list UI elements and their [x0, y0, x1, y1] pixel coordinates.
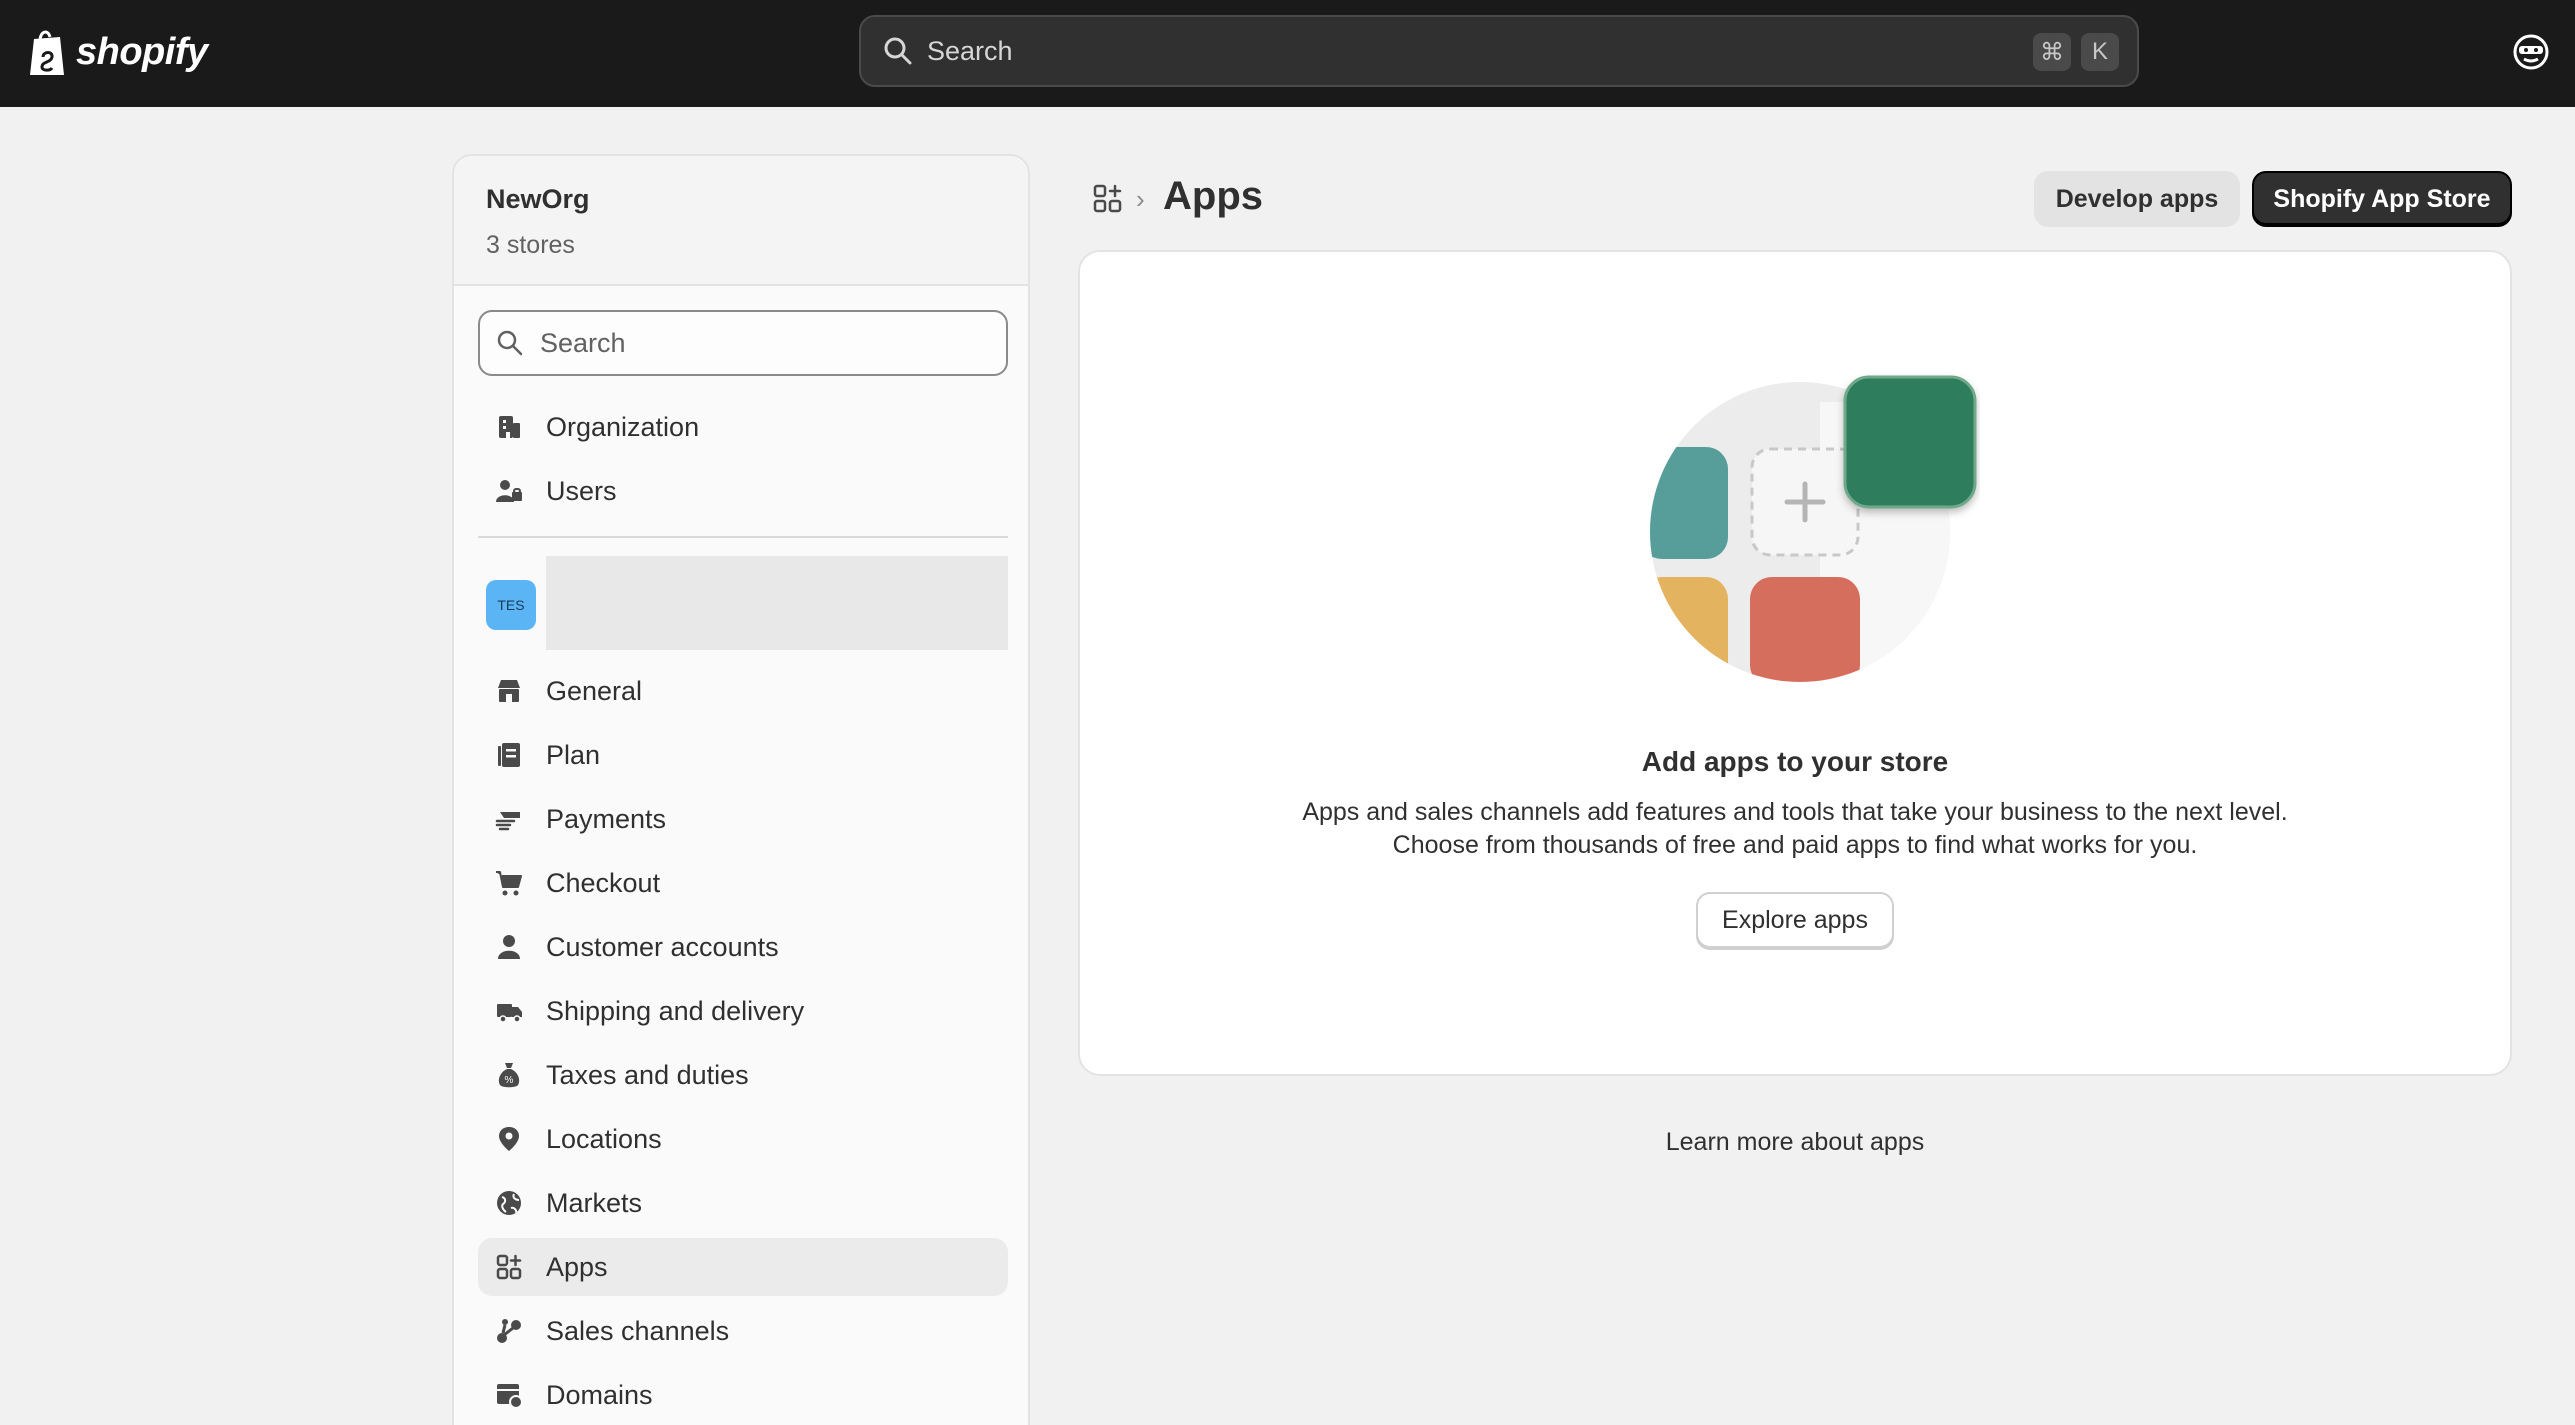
develop-apps-button[interactable]: Develop apps — [2034, 171, 2240, 227]
sidebar-item-shipping[interactable]: Shipping and delivery — [478, 982, 1008, 1040]
sidebar-item-label: Apps — [546, 1251, 608, 1282]
sidebar-item-general[interactable]: General — [478, 662, 1008, 720]
apps-icon — [492, 1250, 526, 1284]
plan-icon — [492, 738, 526, 772]
sidebar-item-sales-channels[interactable]: Sales channels — [478, 1302, 1008, 1360]
shopify-logo[interactable]: shopify — [26, 24, 208, 80]
apps-empty-state-card: Add apps to your store Apps and sales ch… — [1078, 250, 2512, 1076]
org-name: NewOrg — [486, 184, 590, 214]
sidebar-item-users[interactable]: Users — [478, 462, 1008, 520]
sidebar-item-label: Organization — [546, 411, 700, 442]
sidebar-item-customer-accounts[interactable]: Customer accounts — [478, 918, 1008, 976]
building-icon — [492, 410, 526, 444]
search-icon — [884, 37, 912, 65]
empty-state-desc-line-2: Choose from thousands of free and paid a… — [1392, 831, 2198, 859]
globe-icon — [492, 1186, 526, 1220]
shopify-app-store-button[interactable]: Shopify App Store — [2252, 171, 2512, 227]
user-avatar-icon[interactable] — [2511, 32, 2551, 72]
sidebar-item-domains[interactable]: Domains — [478, 1366, 1008, 1424]
store-avatar[interactable]: TES — [486, 580, 536, 630]
sidebar-item-label: Markets — [546, 1187, 643, 1218]
shortcut-hint: ⌘ K — [2033, 33, 2119, 71]
sidebar-divider — [478, 536, 1008, 538]
domains-icon — [492, 1378, 526, 1412]
search-placeholder: Search — [927, 35, 1013, 66]
sidebar-item-label: Domains — [546, 1379, 653, 1410]
apps-breadcrumb-icon[interactable] — [1092, 183, 1124, 215]
sidebar-item-label: Plan — [546, 739, 601, 770]
sidebar-item-markets[interactable]: Markets — [478, 1174, 1008, 1232]
users-icon — [492, 474, 526, 508]
cmd-key: ⌘ — [2033, 33, 2071, 71]
payments-icon — [492, 802, 526, 836]
sidebar-item-label: Payments — [546, 803, 667, 834]
sales-channels-icon — [492, 1314, 526, 1348]
sidebar-item-label: Taxes and duties — [546, 1059, 749, 1090]
sidebar-item-apps[interactable]: Apps — [478, 1238, 1008, 1296]
org-store-count: 3 stores — [486, 231, 575, 259]
empty-state-description: Apps and sales channels add features and… — [1080, 796, 2510, 862]
store-name-placeholder[interactable] — [546, 556, 1008, 650]
sidebar-item-organization[interactable]: Organization — [478, 398, 1008, 456]
org-header[interactable]: NewOrg 3 stores — [454, 156, 1028, 286]
sidebar-item-label: Shipping and delivery — [546, 995, 805, 1026]
brand-name: shopify — [76, 30, 208, 73]
truck-icon — [492, 994, 526, 1028]
settings-sidebar: NewOrg 3 stores Search Organization User… — [452, 154, 1030, 1425]
store-icon — [492, 674, 526, 708]
empty-state-desc-line-1: Apps and sales channels add features and… — [1302, 798, 2288, 826]
sidebar-item-payments[interactable]: Payments — [478, 790, 1008, 848]
page-title: Apps — [1163, 174, 1263, 218]
svg-text:%: % — [505, 1075, 514, 1086]
empty-state-title: Add apps to your store — [1641, 746, 1949, 777]
explore-apps-button[interactable]: Explore apps — [1696, 892, 1894, 948]
global-search-input[interactable]: Search ⌘ K — [859, 15, 2139, 87]
sidebar-item-label: General — [546, 675, 643, 706]
sidebar-item-locations[interactable]: Locations — [478, 1110, 1008, 1168]
learn-more-link[interactable]: Learn more about apps — [1078, 1128, 2512, 1157]
search-icon — [497, 330, 523, 356]
sidebar-item-label: Users — [546, 475, 617, 506]
sidebar-item-label: Sales channels — [546, 1315, 730, 1346]
k-key: K — [2081, 33, 2119, 71]
sidebar-item-plan[interactable]: Plan — [478, 726, 1008, 784]
top-bar: shopify Search ⌘ K — [0, 0, 2575, 107]
cart-icon — [492, 866, 526, 900]
sidebar-item-checkout[interactable]: Checkout — [478, 854, 1008, 912]
sidebar-item-label: Checkout — [546, 867, 661, 898]
person-icon — [492, 930, 526, 964]
location-icon — [492, 1122, 526, 1156]
sidebar-item-taxes[interactable]: % Taxes and duties — [478, 1046, 1008, 1104]
tax-icon: % — [492, 1058, 526, 1092]
sidebar-item-label: Customer accounts — [546, 931, 779, 962]
sidebar-search-input[interactable]: Search — [478, 310, 1008, 376]
chevron-right-icon: › — [1136, 184, 1145, 214]
apps-illustration — [1650, 375, 1977, 682]
sidebar-item-label: Locations — [546, 1123, 662, 1154]
shopify-bag-icon — [30, 30, 64, 75]
sidebar-search-placeholder: Search — [540, 327, 626, 358]
